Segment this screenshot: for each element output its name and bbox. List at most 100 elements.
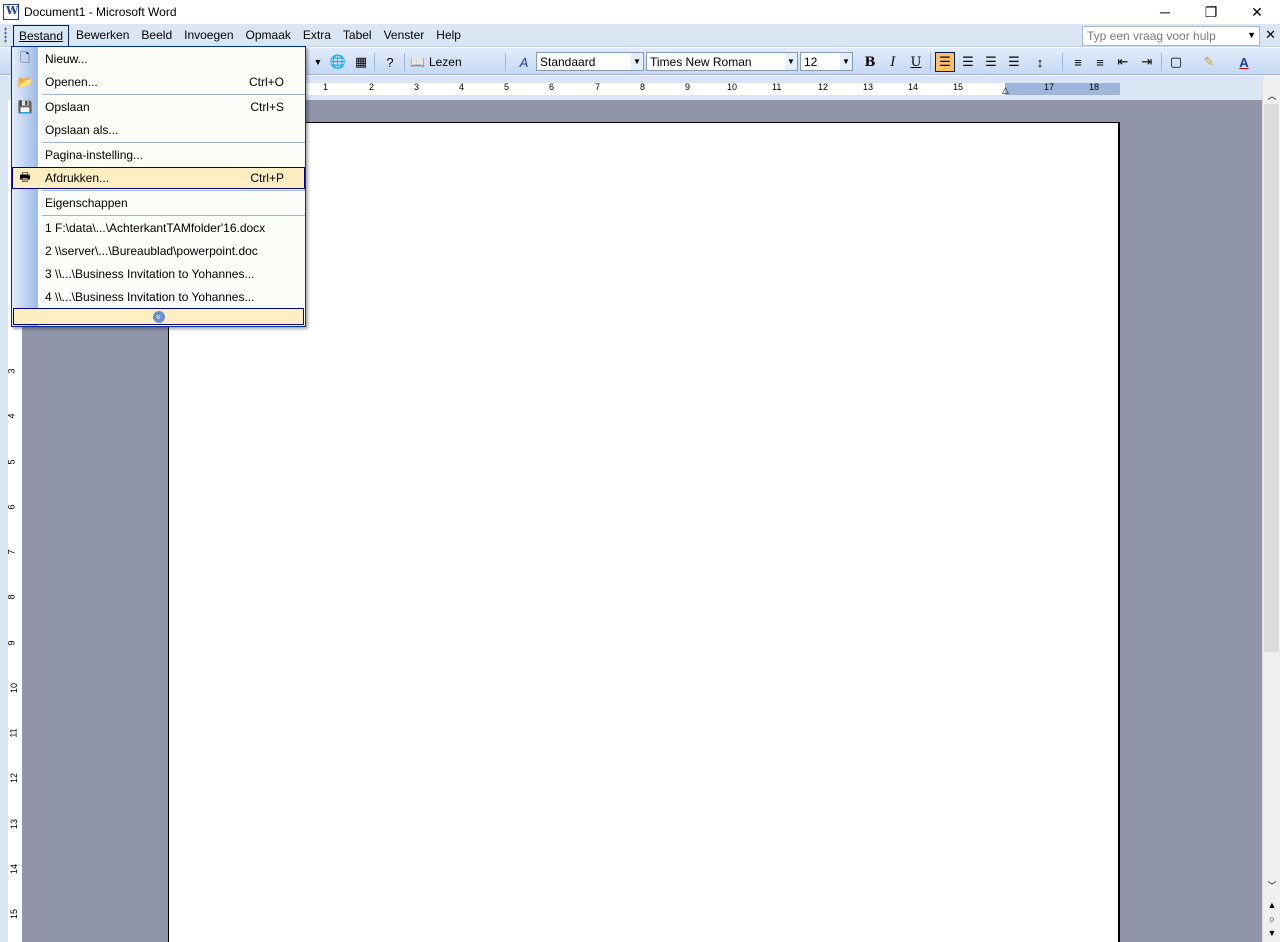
ruler-tick: 18 <box>1089 82 1100 92</box>
toolbar-separator <box>930 53 931 71</box>
line-spacing-icon[interactable]: ↕ <box>1030 52 1050 72</box>
menu-item-properties[interactable]: Eigenschappen <box>12 192 305 214</box>
chevron-down-icon[interactable]: ▼ <box>785 53 797 70</box>
font-color-icon[interactable]: A <box>1234 52 1254 72</box>
ruler-tick: 11 <box>772 82 782 92</box>
select-browse-object-icon[interactable]: ○ <box>1265 912 1279 926</box>
bullet-list-icon[interactable]: ≡ <box>1090 52 1110 72</box>
word-app-icon[interactable] <box>3 4 19 20</box>
menu-beeld[interactable]: Beeld <box>136 25 177 46</box>
justify-icon[interactable]: ☰ <box>1004 52 1024 72</box>
toolbar-separator <box>374 53 375 71</box>
restore-button[interactable]: ❐ <box>1188 0 1234 24</box>
ruler-tick: 9 <box>685 82 691 92</box>
title-bar: Document1 - Microsoft Word ─ ❐ ✕ <box>0 0 1280 24</box>
ruler-tick: 5 <box>6 459 17 465</box>
menu-separator <box>42 94 305 95</box>
menu-item-print[interactable]: 🖶 Afdrukken... Ctrl+P <box>12 167 305 189</box>
ruler-tick: 9 <box>6 640 17 646</box>
expand-menu-button[interactable]: » <box>13 308 304 325</box>
menu-help[interactable]: Help <box>431 25 466 46</box>
hyperlink-icon[interactable]: 🌐 <box>328 52 348 72</box>
menu-bar: Bestand Bewerken Beeld Invoegen Opmaak E… <box>0 24 1280 47</box>
ruler-tick: 4 <box>459 82 465 92</box>
horizontal-ruler[interactable]: 1 2 3 4 5 6 7 8 9 10 11 12 13 14 15 17 1… <box>290 82 1120 96</box>
help-search-input[interactable]: Typ een vraag voor hulp ▼ <box>1082 26 1260 46</box>
ruler-tick: 14 <box>908 82 919 92</box>
menu-bestand[interactable]: Bestand <box>13 24 70 47</box>
scroll-up-icon[interactable]: ︿ <box>1265 88 1279 102</box>
ruler-right-margin <box>1005 83 1120 95</box>
chevron-down-icon[interactable]: ▼ <box>631 53 643 70</box>
toolbar-separator <box>505 53 506 71</box>
increase-indent-icon[interactable]: ⇥ <box>1137 52 1157 72</box>
menu-opmaak[interactable]: Opmaak <box>241 25 296 46</box>
underline-button[interactable]: U <box>906 52 926 72</box>
bold-button[interactable]: B <box>860 52 880 72</box>
align-center-icon[interactable]: ☰ <box>958 52 978 72</box>
recent-file-4[interactable]: 4 \\...\Business Invitation to Yohannes.… <box>12 286 305 308</box>
menu-separator <box>42 142 305 143</box>
chevron-down-icon[interactable]: ▼ <box>840 53 852 70</box>
right-indent-marker-icon[interactable]: △ <box>1002 85 1009 96</box>
ruler-tick: 2 <box>369 82 375 92</box>
recent-file-3[interactable]: 3 \\...\Business Invitation to Yohannes.… <box>12 263 305 285</box>
ruler-tick: 11 <box>8 728 19 738</box>
numbered-list-icon[interactable]: ≡ <box>1068 52 1088 72</box>
ruler-tick: 1 <box>323 82 329 92</box>
document-page[interactable] <box>168 122 1120 942</box>
border-icon[interactable]: ▢ <box>1166 52 1186 72</box>
ruler-tick: 7 <box>595 82 601 92</box>
ruler-tick: 13 <box>9 818 20 830</box>
highlight-icon[interactable]: ✎ <box>1199 52 1219 72</box>
toolbar-separator <box>1161 53 1162 71</box>
previous-page-icon[interactable]: ▲ <box>1265 898 1279 912</box>
ruler-tick: 7 <box>6 549 17 555</box>
menu-item-new[interactable]: 🗋 Nieuw... <box>12 48 305 70</box>
menu-item-page-setup[interactable]: Pagina-instelling... <box>12 144 305 166</box>
recent-file-1[interactable]: 1 F:\data\...\AchterkantTAMfolder'16.doc… <box>12 217 305 239</box>
menu-tabel[interactable]: Tabel <box>338 25 377 46</box>
next-page-icon[interactable]: ▼ <box>1265 926 1279 940</box>
menu-item-save-as[interactable]: Opslaan als... <box>12 119 305 141</box>
recent-file-2[interactable]: 2 \\server\...\Bureaublad\powerpoint.doc <box>12 240 305 262</box>
window-controls: ─ ❐ ✕ <box>1142 0 1280 24</box>
menu-venster[interactable]: Venster <box>379 25 430 46</box>
ruler-tick: 15 <box>953 82 964 92</box>
folder-open-icon: 📂 <box>17 75 33 89</box>
scrollbar-thumb[interactable] <box>1264 104 1279 652</box>
scroll-down-icon[interactable]: ﹀ <box>1265 878 1279 892</box>
chevron-down-icon[interactable]: ▼ <box>1247 30 1256 40</box>
ruler-tick: 3 <box>6 368 17 374</box>
toolbar-separator <box>1062 53 1063 71</box>
ruler-tick: 15 <box>9 908 20 920</box>
menu-extra[interactable]: Extra <box>298 25 336 46</box>
menu-bewerken[interactable]: Bewerken <box>71 25 134 46</box>
style-combo[interactable]: Standaard ▼ <box>536 52 644 71</box>
menu-invoegen[interactable]: Invoegen <box>179 25 238 46</box>
italic-button[interactable]: I <box>883 52 903 72</box>
help-icon[interactable]: ? <box>380 52 400 72</box>
save-icon: 💾 <box>17 100 33 114</box>
menubar-grip[interactable] <box>4 27 7 43</box>
close-button[interactable]: ✕ <box>1234 0 1280 24</box>
decrease-indent-icon[interactable]: ⇤ <box>1113 52 1133 72</box>
vertical-scrollbar[interactable]: ︿ ﹀ ▲ ○ ▼ <box>1262 76 1280 942</box>
font-combo[interactable]: Times New Roman ▼ <box>646 52 798 71</box>
align-left-icon[interactable]: ☰ <box>935 52 955 72</box>
window-title: Document1 - Microsoft Word <box>24 5 177 19</box>
document-close-button[interactable]: ✕ <box>1265 27 1276 43</box>
read-button[interactable]: 📖 Lezen <box>410 52 462 72</box>
minimize-button[interactable]: ─ <box>1142 0 1188 24</box>
toolbar-overflow-icon[interactable]: ▼ <box>308 52 328 72</box>
styles-icon[interactable]: A <box>514 52 534 72</box>
align-right-icon[interactable]: ☰ <box>981 52 1001 72</box>
double-chevron-down-icon: » <box>152 310 165 323</box>
table-icon[interactable]: ▦ <box>351 52 371 72</box>
font-size-combo[interactable]: 12 ▼ <box>800 52 853 71</box>
ruler-tick: 14 <box>9 863 20 875</box>
menu-item-open[interactable]: 📂 Openen... Ctrl+O <box>12 71 305 93</box>
ruler-tick: 17 <box>1044 82 1055 92</box>
menu-item-save[interactable]: 💾 Opslaan Ctrl+S <box>12 96 305 118</box>
left-edge <box>0 100 8 942</box>
